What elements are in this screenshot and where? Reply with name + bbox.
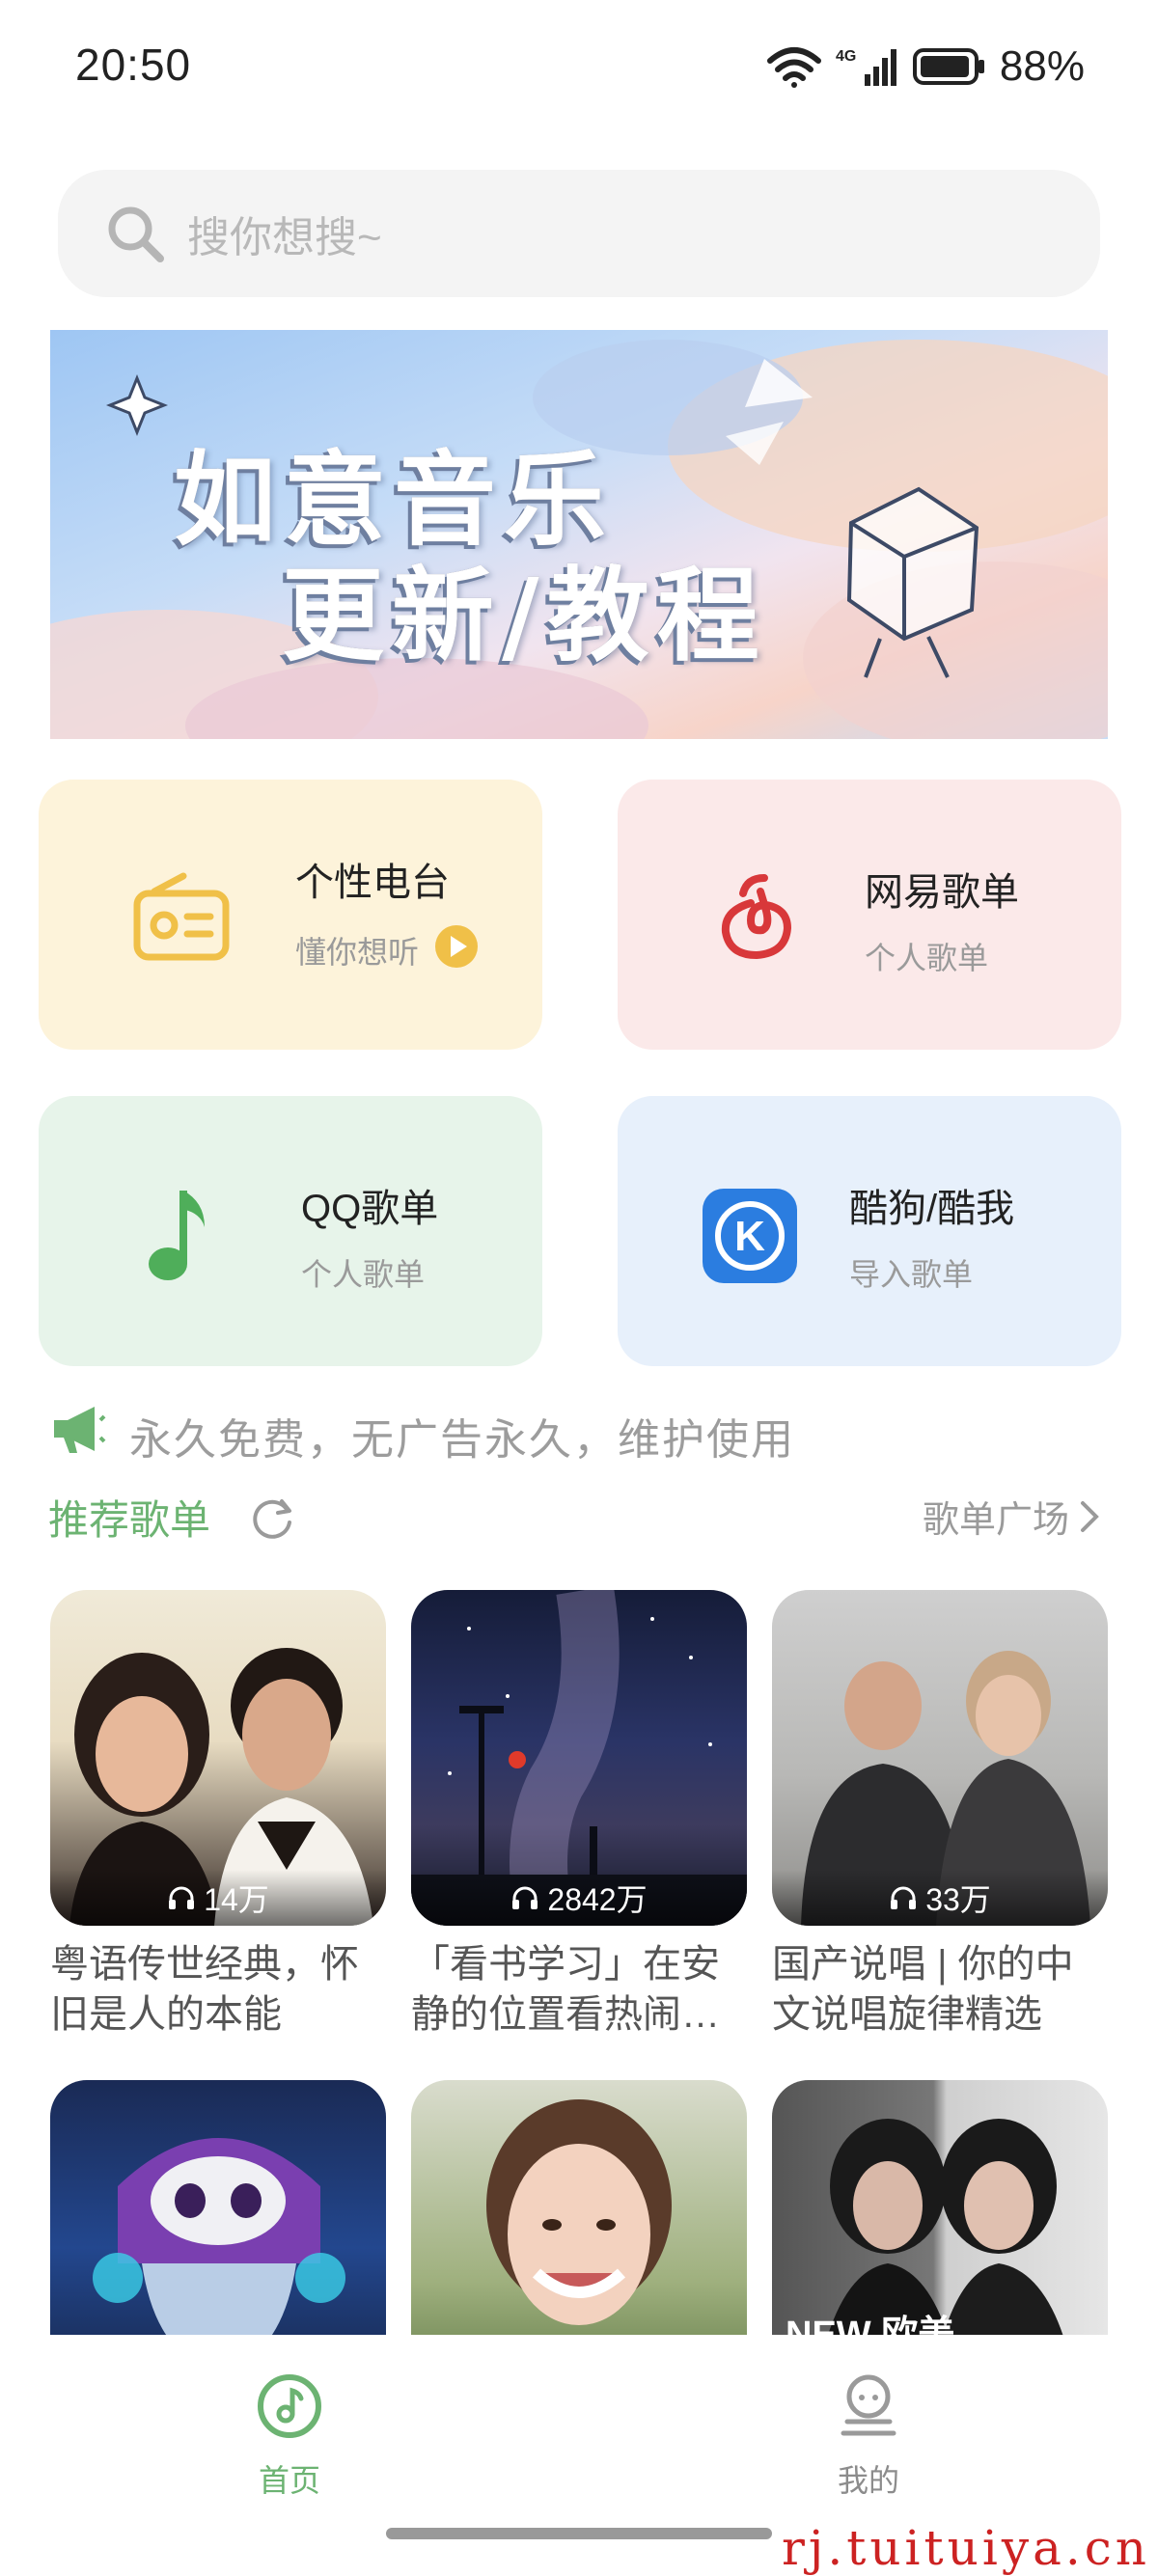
- network-type-label: 4G: [836, 48, 856, 65]
- nav-home-label[interactable]: 首页: [259, 2456, 320, 2501]
- card-title: 个性电台: [295, 862, 450, 904]
- card-title: 酷狗/酷我: [849, 1188, 1015, 1230]
- status-icons: 4G 88%: [766, 42, 1085, 91]
- music-disc-icon: [258, 2374, 321, 2438]
- card-kugou-kuwo[interactable]: K 酷狗/酷我 导入歌单: [618, 1096, 1121, 1366]
- play-count: 2842万: [547, 1882, 648, 1917]
- kugou-icon: K: [703, 1189, 797, 1283]
- playlist-caption[interactable]: 「看书学习」在安静的位置看热闹…: [411, 1939, 751, 2040]
- svg-text:K: K: [734, 1213, 765, 1260]
- cellular-signal-icon: 4G: [836, 48, 896, 86]
- play-count-overlay: 2842万: [411, 1870, 747, 1926]
- megaphone-icon: [54, 1407, 106, 1453]
- play-count-overlay: 14万: [50, 1870, 386, 1926]
- status-time: 20:50: [75, 40, 192, 90]
- card-qq-playlist[interactable]: QQ歌单 个人歌单: [39, 1096, 542, 1366]
- nav-mine-label[interactable]: 我的: [838, 2456, 899, 2501]
- refresh-icon[interactable]: [249, 1494, 297, 1542]
- playlist-caption[interactable]: 粤语传世经典，怀旧是人的本能: [50, 1939, 390, 2040]
- playlist-square-link[interactable]: 歌单广场: [923, 1490, 1100, 1543]
- play-count: 33万: [925, 1882, 991, 1917]
- search-placeholder: 搜你想搜~: [187, 214, 382, 261]
- card-subtitle: 个人歌单: [865, 941, 989, 975]
- home-indicator[interactable]: [386, 2528, 772, 2539]
- user-profile-icon: [841, 2374, 896, 2436]
- radio-icon: [133, 872, 230, 961]
- playlist-tile[interactable]: 14万: [50, 1590, 386, 1926]
- wifi-icon: [766, 47, 821, 88]
- card-subtitle: 懂你想听: [295, 935, 420, 970]
- card-netease-playlist[interactable]: 网易歌单 个人歌单: [618, 780, 1121, 1050]
- play-count-overlay: 33万: [772, 1870, 1108, 1926]
- card-title: 网易歌单: [865, 871, 1019, 914]
- netease-icon: [721, 874, 791, 959]
- nav-mine[interactable]: [832, 2371, 905, 2446]
- card-subtitle: 导入歌单: [849, 1257, 974, 1292]
- headphones-icon: [512, 1886, 538, 1909]
- nav-home[interactable]: [253, 2371, 326, 2446]
- playlist-tile[interactable]: 2842万: [411, 1590, 747, 1926]
- play-circle-icon[interactable]: [434, 924, 479, 969]
- card-subtitle: 个人歌单: [301, 1257, 426, 1292]
- watermark-text: rj.tuituiya.cn: [777, 2520, 1154, 2576]
- card-personal-radio[interactable]: 个性电台 懂你想听: [39, 780, 542, 1050]
- battery-percent: 88%: [999, 42, 1085, 90]
- section-title-recommended: 推荐歌单: [48, 1497, 211, 1543]
- headphones-icon: [169, 1886, 195, 1909]
- search-bar[interactable]: 搜你想搜~: [58, 170, 1100, 297]
- playlist-caption[interactable]: 国产说唱 | 你的中文说唱旋律精选: [772, 1939, 1112, 2040]
- promo-banner[interactable]: 如意音乐 更新/教程: [50, 330, 1108, 739]
- battery-icon: [912, 48, 984, 85]
- playlist-tile[interactable]: 33万: [772, 1590, 1108, 1926]
- chevron-right-icon: [1081, 1500, 1099, 1532]
- notice-text: 永久免费，无广告永久，维护使用: [129, 1416, 795, 1464]
- headphones-icon: [891, 1886, 917, 1909]
- card-title: QQ歌单: [301, 1188, 439, 1230]
- search-icon: [108, 206, 164, 262]
- music-note-icon: [149, 1191, 205, 1280]
- play-count: 14万: [204, 1882, 269, 1917]
- banner-title-line2: 更新/教程: [282, 557, 767, 675]
- playlist-square-label: 歌单广场: [922, 1500, 1069, 1541]
